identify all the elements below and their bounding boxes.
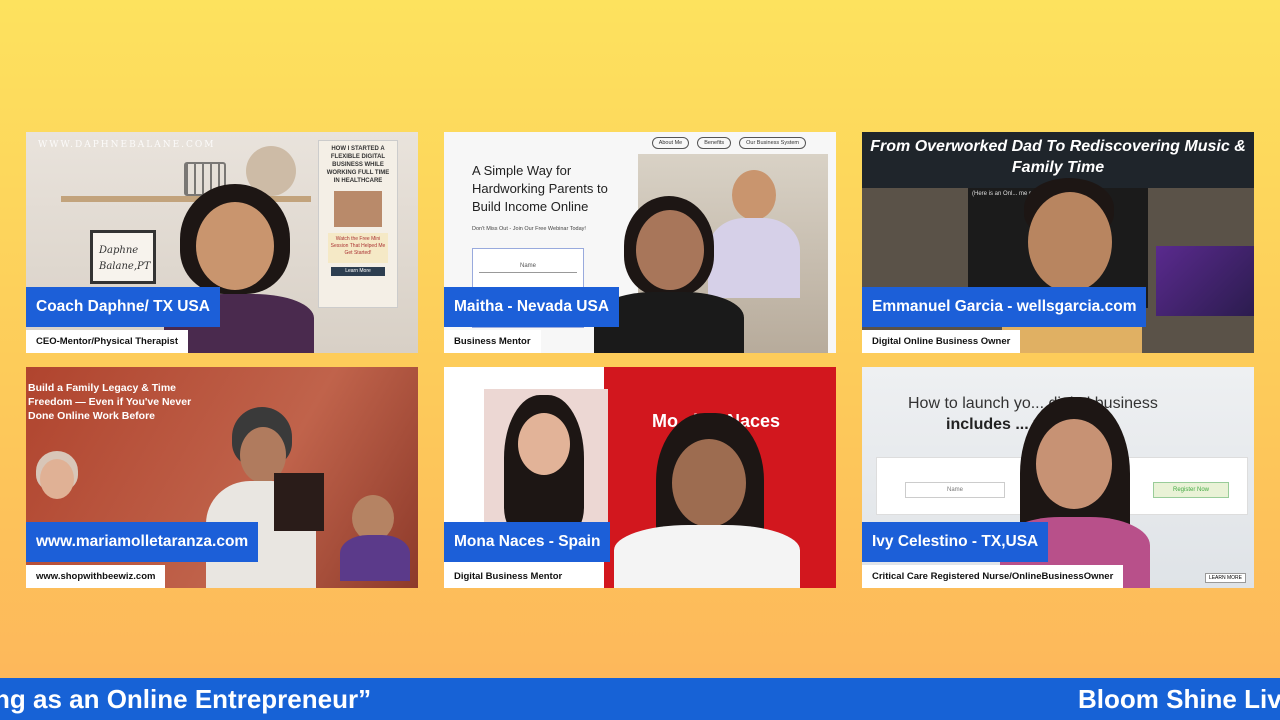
learn-more-button: LEARN MORE	[1204, 573, 1246, 583]
participant-role-tag: Critical Care Registered Nurse/OnlineBus…	[862, 565, 1124, 588]
video-tile-emmanuel[interactable]: From Overworked Dad To Rediscovering Mus…	[862, 132, 1254, 353]
scrolling-ticker: ng as an Online Entrepreneur” Bloom Shin…	[0, 678, 1280, 720]
participant-role-tag: CEO-Mentor/Physical Therapist	[26, 330, 189, 353]
nav-pill: Our Business System	[739, 137, 806, 149]
ticker-text-left: ng as an Online Entrepreneur”	[0, 684, 372, 714]
nav-pill: Benefits	[697, 137, 732, 149]
participant-name-tag: Maitha - Nevada USA	[444, 287, 620, 327]
website-watermark: WWW.DAPHNEBALANE.COM	[38, 140, 216, 150]
video-tile-ivy[interactable]: How to launch yo... digital business inc…	[862, 367, 1254, 588]
nav-pill: About Me	[651, 137, 690, 149]
poster-photo	[334, 191, 382, 227]
name-field: Name	[905, 482, 1005, 498]
name-frame: Daphne Balane,PT	[90, 230, 156, 284]
participant-name-tag: Coach Daphne/ TX USA	[26, 287, 220, 327]
video-tile-mona[interactable]: Mo...liza Naces Mona Naces - Spain Digit…	[444, 367, 836, 588]
name-field: Name	[479, 263, 577, 273]
concert-thumbnail	[1156, 246, 1254, 316]
participant-name-tag: Mona Naces - Spain	[444, 522, 611, 562]
poster-learn-more: Learn More	[331, 267, 385, 276]
participant-role-tag: Digital Online Business Owner	[862, 330, 1021, 353]
participant-name-tag: Ivy Celestino - TX,USA	[862, 522, 1049, 562]
video-tile-maitha[interactable]: About Me Benefits Our Business System A …	[444, 132, 836, 353]
child-video	[340, 491, 410, 581]
participant-video	[156, 184, 316, 353]
participant-role-tag: Digital Business Mentor	[444, 565, 573, 588]
screen-share-poster: HOW I STARTED A FLEXIBLE DIGITAL BUSINES…	[318, 140, 398, 308]
presenter-photo	[26, 451, 86, 521]
participant-name-tag: www.mariamolletaranza.com	[26, 522, 259, 562]
participant-name-tag: Emmanuel Garcia - wellsgarcia.com	[862, 287, 1147, 327]
participant-role-tag: Business Mentor	[444, 330, 541, 353]
landing-page-nav: About Me Benefits Our Business System	[651, 137, 806, 149]
register-now-button: Register Now	[1153, 482, 1229, 498]
ticker-text-right: Bloom Shine Liv	[1078, 684, 1280, 714]
participant-video	[614, 413, 800, 588]
video-tile-maria[interactable]: Build a Family Legacy & Time Freedom — E…	[26, 367, 418, 588]
video-tile-coach-daphne[interactable]: WWW.DAPHNEBALANE.COM Daphne Balane,PT HOW…	[26, 132, 418, 353]
participant-video	[594, 196, 744, 353]
participant-role-tag: www.shopwithbeewiz.com	[26, 565, 166, 588]
landing-page-subline: Don't Miss Out - Join Our Free Webinar T…	[472, 226, 586, 232]
laptop-screen	[274, 473, 324, 531]
slide-headline: Build a Family Legacy & Time Freedom — E…	[28, 382, 192, 422]
presenter-photo	[484, 389, 608, 539]
